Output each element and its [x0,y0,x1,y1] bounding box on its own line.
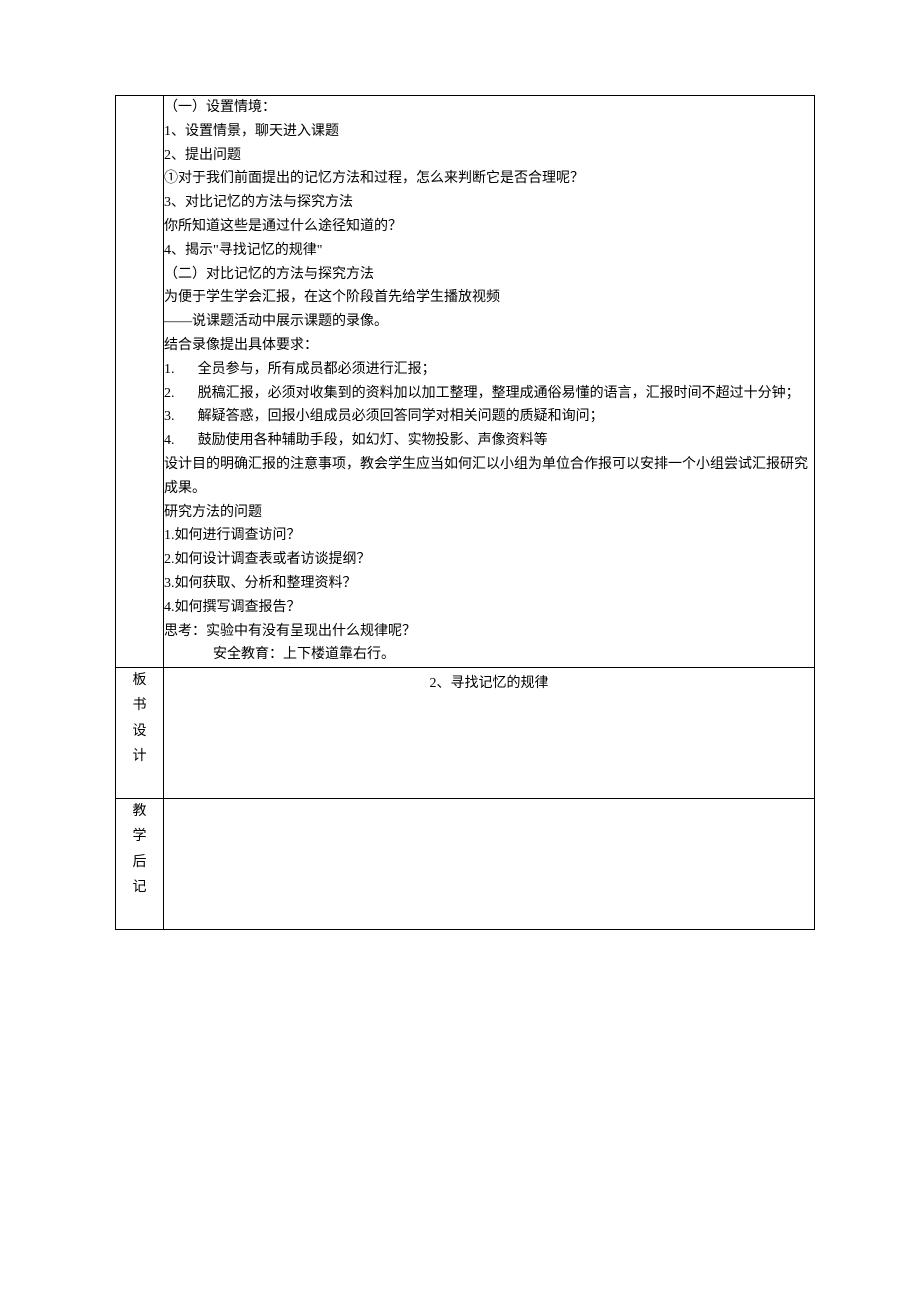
req-item-4: 鼓励使用各种辅助手段，如幻灯、实物投影、声像资料等 [164,429,814,453]
req-item-1: 全员参与，所有成员都必须进行汇报； [164,358,814,382]
board-design-row: 板 书 设 计 2、寻找记忆的规律 [116,668,815,799]
rm-1: 1.如何进行调查访问？ [164,524,814,548]
section2-title: （二）对比记忆的方法与探究方法 [164,263,814,287]
rm-2: 2.如何设计调查表或者访谈提纲？ [164,548,814,572]
safety-line: 安全教育：上下楼道靠右行。 [164,643,814,667]
board-design-label-text: 板 书 设 计 [116,668,163,769]
research-methods-title: 研究方法的问题 [164,501,814,525]
rm-3: 3.如何获取、分析和整理资料？ [164,572,814,596]
item-1: 1、设置情景，聊天进入课题 [164,120,814,144]
teaching-notes-content [164,799,815,930]
teaching-notes-row: 教 学 后 记 [116,799,815,930]
label-char: 后 [116,850,163,875]
label-char: 记 [116,875,163,900]
main-content-row: （一）设置情境： 1、设置情景，聊天进入课题 2、提出问题 ①对于我们前面提出的… [116,96,815,668]
label-char: 板 [116,668,163,693]
rm-4: 4.如何撰写调查报告？ [164,596,814,620]
req-item-3: 解疑答惑，回报小组成员必须回答同学对相关问题的质疑和询问； [164,405,814,429]
question-1: ①对于我们前面提出的记忆方法和过程，怎么来判断它是否合理呢？ [164,167,814,191]
section2-line2: ——说课题活动中展示课题的录像。 [164,310,814,334]
label-char: 设 [116,719,163,744]
label-char: 学 [116,824,163,849]
board-design-title: 2、寻找记忆的规律 [164,668,814,696]
section1-title: （一）设置情境： [164,96,814,120]
label-char: 计 [116,744,163,769]
req-item-2: 脱稿汇报，必须对收集到的资料加以加工整理，整理成通俗易懂的语言，汇报时间不超过十… [164,382,814,406]
label-char: 书 [116,693,163,718]
item-2: 2、提出问题 [164,144,814,168]
section2-line3: 结合录像提出具体要求： [164,334,814,358]
think-line: 思考：实验中有没有呈现出什么规律呢？ [164,620,814,644]
section2-line1: 为便于学生学会汇报，在这个阶段首先给学生播放视频 [164,286,814,310]
main-content-cell: （一）设置情境： 1、设置情景，聊天进入课题 2、提出问题 ①对于我们前面提出的… [164,96,815,668]
item-4: 4、揭示"寻找记忆的规律" [164,239,814,263]
board-design-content: 2、寻找记忆的规律 [164,668,815,799]
question-3: 你所知道这些是通过什么途径知道的？ [164,215,814,239]
main-label-cell [116,96,164,668]
document-table: （一）设置情境： 1、设置情景，聊天进入课题 2、提出问题 ①对于我们前面提出的… [115,95,815,930]
item-3: 3、对比记忆的方法与探究方法 [164,191,814,215]
section2-line4: 设计目的明确汇报的注意事项，教会学生应当如何汇以小组为单位合作报可以安排一个小组… [164,453,814,501]
page: （一）设置情境： 1、设置情景，聊天进入课题 2、提出问题 ①对于我们前面提出的… [0,0,920,1302]
teaching-notes-label-text: 教 学 后 记 [116,799,163,900]
teaching-notes-label: 教 学 后 记 [116,799,164,930]
requirement-list: 全员参与，所有成员都必须进行汇报； 脱稿汇报，必须对收集到的资料加以加工整理，整… [164,358,814,453]
label-char: 教 [116,799,163,824]
board-design-label: 板 书 设 计 [116,668,164,799]
